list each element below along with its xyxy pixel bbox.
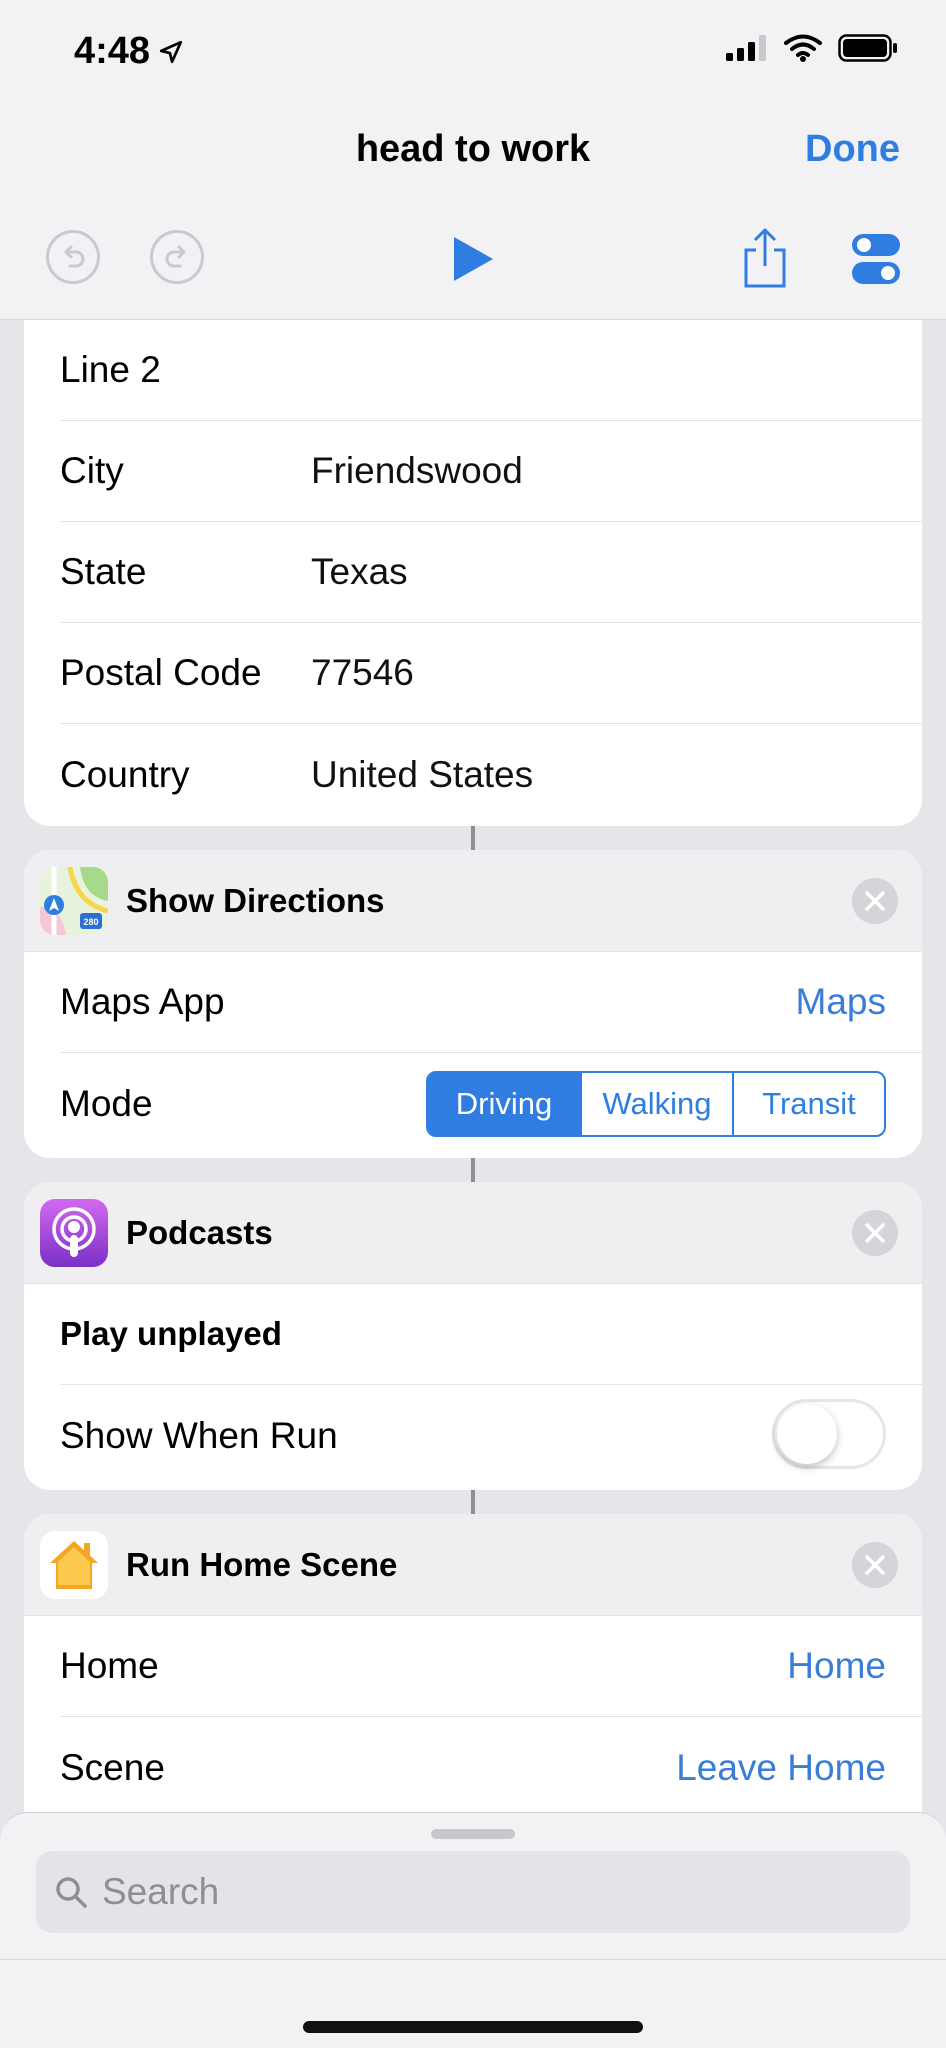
podcasts-card: Podcasts Play unplayed Show When Run [24,1182,922,1490]
mode-row: Mode Driving Walking Transit [60,1053,922,1154]
redo-icon [165,245,186,268]
mode-segmented-control[interactable]: Driving Walking Transit [426,1071,886,1137]
home-row[interactable]: Home Home [60,1616,922,1717]
row-label: Country [60,753,190,795]
sheet-grabber[interactable] [431,1829,515,1839]
card-header: Run Home Scene [24,1514,922,1616]
row-label: Line 2 [60,349,161,390]
card-header: 280 Show Directions [24,850,922,952]
address-card: Line 2 City Friendswood State Texas Post… [24,300,922,826]
row-label: Maps App [60,981,225,1022]
row-value: United States [311,753,534,795]
address-row-line2[interactable]: Line 2 [60,320,922,421]
card-title: Show Directions [126,881,385,919]
maps-app-row[interactable]: Maps App Maps [60,952,922,1053]
play-icon[interactable] [450,234,496,284]
search-bar[interactable] [36,1851,910,1933]
maps-app-value[interactable]: Maps [796,981,886,1023]
signal-icon [726,35,766,61]
card-title: Podcasts [126,1213,273,1251]
maps-app-icon: 280 [40,866,108,935]
search-icon [56,1877,87,1908]
action-connector [471,1158,475,1182]
row-label: Home [60,1645,159,1686]
row-label: City [60,450,124,491]
row-value: Texas [311,551,408,592]
row-label: Mode [60,1082,153,1124]
divider [0,1959,946,1960]
show-directions-card: 280 Show Directions Maps App Maps Mode D… [24,850,922,1158]
mode-option-walking[interactable]: Walking [580,1073,732,1135]
card-header: Podcasts [24,1182,922,1284]
play-unplayed-row[interactable]: Play unplayed [60,1284,922,1385]
undo-icon [64,245,85,268]
show-when-run-row: Show When Run [60,1385,922,1486]
close-icon [865,1555,885,1575]
remove-action-button[interactable] [852,1210,898,1256]
address-row-postal-code[interactable]: Postal Code 77546 [60,623,922,724]
close-icon [865,891,885,911]
home-app-icon [40,1530,108,1599]
action-connector [471,1490,475,1514]
address-row-state[interactable]: State Texas [60,522,922,623]
redo-button[interactable] [150,230,204,284]
status-icons [726,34,898,62]
address-row-city[interactable]: City Friendswood [60,421,922,522]
scene-row[interactable]: Scene Leave Home [60,1717,922,1818]
actions-search-sheet [0,1812,946,2048]
podcasts-app-icon [40,1198,108,1267]
wifi-icon [784,34,822,62]
home-value[interactable]: Home [787,1645,886,1687]
close-icon [865,1223,885,1243]
location-arrow-icon [159,40,183,63]
mode-option-driving[interactable]: Driving [428,1073,580,1135]
top-bar: 4:48 head to work Done [0,0,946,320]
battery-icon [838,34,897,62]
toggle-knob [777,1404,837,1464]
status-time-label: 4:48 [74,30,151,72]
remove-action-button[interactable] [852,878,898,924]
status-time: 4:48 [74,30,184,73]
row-value: Friendswood [311,450,523,491]
row-label: Scene [60,1746,165,1788]
svg-text:280: 280 [83,917,98,927]
action-connector [471,826,475,850]
home-indicator[interactable] [303,2021,643,2033]
address-row-country[interactable]: Country United States [60,724,922,825]
mode-option-transit[interactable]: Transit [732,1073,884,1135]
settings-toggle-icon[interactable] [852,234,900,286]
row-label: Show When Run [60,1414,338,1456]
row-label: Play unplayed [60,1315,282,1352]
share-icon[interactable] [740,226,790,290]
scene-value[interactable]: Leave Home [676,1747,886,1789]
row-label: Postal Code [60,652,262,693]
card-title: Run Home Scene [126,1545,398,1583]
row-value: 77546 [311,652,414,693]
done-button[interactable]: Done [805,128,900,171]
search-input[interactable] [102,1871,802,1913]
show-when-run-toggle[interactable] [772,1399,886,1469]
row-label: State [60,551,147,592]
remove-action-button[interactable] [852,1542,898,1588]
undo-button[interactable] [46,230,100,284]
run-home-scene-card: Run Home Scene Home Home Scene Leave Hom… [24,1514,922,1844]
